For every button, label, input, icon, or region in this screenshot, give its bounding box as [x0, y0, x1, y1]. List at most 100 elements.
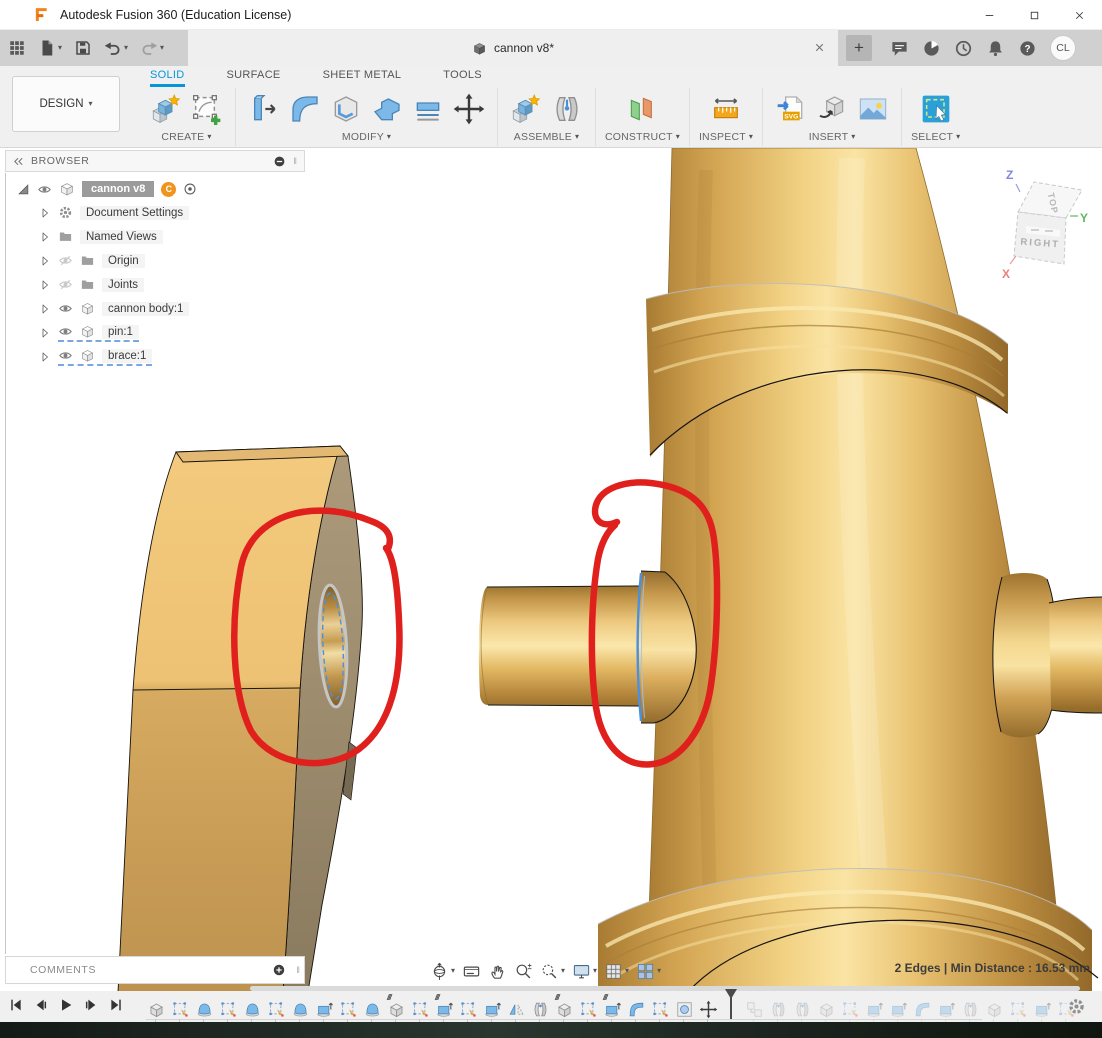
- shell-icon[interactable]: [327, 89, 365, 129]
- timeline-sketch-feature[interactable]: [1008, 997, 1028, 1019]
- document-tab[interactable]: cannon v8*: [188, 30, 838, 66]
- insert-mesh-icon[interactable]: [813, 89, 851, 129]
- viewcube[interactable]: TOP RIGHT Z Y X: [996, 166, 1088, 282]
- tab-surface[interactable]: SURFACE: [227, 69, 281, 87]
- skip-end-icon[interactable]: [108, 997, 124, 1013]
- group-label-modify[interactable]: MODIFY▾: [342, 131, 391, 143]
- combine-icon[interactable]: [368, 89, 406, 129]
- create-sketch-icon[interactable]: [188, 89, 226, 129]
- visibility-eye-icon[interactable]: [58, 324, 73, 339]
- timeline-extrude-feature[interactable]: [936, 997, 956, 1019]
- activate-radio-icon[interactable]: [183, 182, 197, 196]
- timeline-revolve-feature[interactable]: [194, 997, 214, 1019]
- browser-root-component[interactable]: cannon v8 C: [5, 177, 305, 201]
- timeline-joint-feature[interactable]: [960, 997, 980, 1019]
- timeline-component-feature[interactable]: [816, 997, 836, 1019]
- group-label-assemble[interactable]: ASSEMBLE▾: [514, 131, 579, 143]
- new-tab-button[interactable]: +: [846, 35, 872, 61]
- timeline-revolve-feature[interactable]: [290, 997, 310, 1019]
- orbit-icon[interactable]: ▾: [430, 962, 455, 981]
- job-status-icon[interactable]: [954, 39, 973, 58]
- timeline-sketch-feature[interactable]: [410, 997, 430, 1019]
- visibility-eye-icon[interactable]: [58, 253, 73, 268]
- expand-arrow-icon[interactable]: [39, 231, 51, 243]
- collapse-panel-icon[interactable]: [13, 156, 24, 167]
- play-icon[interactable]: [58, 997, 74, 1013]
- fit-icon[interactable]: ▾: [540, 962, 565, 981]
- browser-item-joints[interactable]: Joints: [5, 273, 305, 297]
- timeline-component-feature[interactable]: [146, 997, 166, 1019]
- group-label-inspect[interactable]: INSPECT▾: [699, 131, 753, 143]
- timeline-sketch-feature[interactable]: [458, 997, 478, 1019]
- avatar[interactable]: CL: [1050, 35, 1076, 61]
- expand-arrow-icon[interactable]: [39, 351, 51, 363]
- timeline-sketch-feature[interactable]: [338, 997, 358, 1019]
- timeline-fillet-feature[interactable]: [912, 997, 932, 1019]
- timeline-component-feature[interactable]: [984, 997, 1004, 1019]
- timeline-sketch-feature[interactable]: [578, 997, 598, 1019]
- extensions-icon[interactable]: [922, 39, 941, 58]
- skip-start-icon[interactable]: [8, 997, 24, 1013]
- browser-item-cannon-body-1[interactable]: cannon body:1: [5, 297, 305, 321]
- move-copy-icon[interactable]: [450, 89, 488, 129]
- joint-tool-icon[interactable]: [548, 89, 586, 129]
- timeline-sketch-feature[interactable]: [840, 997, 860, 1019]
- close-button[interactable]: [1057, 0, 1102, 30]
- app-grid-icon[interactable]: [8, 39, 26, 57]
- group-label-insert[interactable]: INSERT▾: [809, 131, 856, 143]
- timeline-sketch-feature[interactable]: [170, 997, 190, 1019]
- zoom-icon[interactable]: [514, 962, 533, 981]
- browser-item-named-views[interactable]: Named Views: [5, 225, 305, 249]
- panel-resize-handle[interactable]: ‖: [293, 156, 297, 166]
- timeline-extrude-feature[interactable]: [314, 997, 334, 1019]
- timeline-playhead[interactable]: [724, 988, 738, 1019]
- expand-arrow-icon[interactable]: [39, 279, 51, 291]
- workspace-selector[interactable]: DESIGN▾: [12, 76, 120, 132]
- group-label-create[interactable]: CREATE▾: [161, 131, 211, 143]
- timeline-sketch-feature[interactable]: [218, 997, 238, 1019]
- measure-icon[interactable]: [707, 89, 745, 129]
- look-at-icon[interactable]: [462, 962, 481, 981]
- browser-item-pin-1[interactable]: pin:1: [5, 321, 305, 345]
- visibility-eye-icon[interactable]: [37, 182, 52, 197]
- right-trunnion[interactable]: [993, 573, 1102, 737]
- timeline-extrude-feature[interactable]: ///: [602, 997, 622, 1019]
- select-icon[interactable]: [917, 89, 955, 129]
- tab-close-icon[interactable]: [813, 41, 826, 54]
- canvas-icon[interactable]: [854, 89, 892, 129]
- viewports-icon[interactable]: ▾: [636, 962, 661, 981]
- group-label-select[interactable]: SELECT▾: [911, 131, 960, 143]
- timeline-revolve-feature[interactable]: [242, 997, 262, 1019]
- help-icon[interactable]: ?: [1018, 39, 1037, 58]
- timeline-extrude-feature[interactable]: [888, 997, 908, 1019]
- hide-all-icon[interactable]: [273, 155, 286, 168]
- timeline-hole-feature[interactable]: [674, 997, 694, 1019]
- comments-icon[interactable]: [890, 39, 909, 58]
- root-component-name[interactable]: cannon v8: [82, 181, 154, 197]
- step-back-icon[interactable]: [33, 997, 49, 1013]
- file-icon[interactable]: ▾: [38, 39, 62, 57]
- pan-icon[interactable]: [488, 962, 507, 981]
- browser-item-brace-1[interactable]: brace:1: [5, 345, 305, 369]
- group-label-construct[interactable]: CONSTRUCT▾: [605, 131, 680, 143]
- press-pull-icon[interactable]: [245, 89, 283, 129]
- timeline-mirror-feature[interactable]: [506, 997, 526, 1019]
- display-settings-icon[interactable]: ▾: [572, 962, 597, 981]
- visibility-eye-icon[interactable]: [58, 301, 73, 316]
- insert-svg-icon[interactable]: SVG: [772, 89, 810, 129]
- timeline-extrude-feature[interactable]: ///: [434, 997, 454, 1019]
- step-forward-icon[interactable]: [83, 997, 99, 1013]
- timeline-ground-feature[interactable]: [744, 997, 764, 1019]
- visibility-eye-icon[interactable]: [58, 348, 73, 363]
- expand-arrow-icon[interactable]: [39, 327, 51, 339]
- construction-plane-icon[interactable]: [623, 89, 661, 129]
- timeline-joint-feature[interactable]: [768, 997, 788, 1019]
- timeline-revolve-feature[interactable]: [362, 997, 382, 1019]
- timeline-extrude-feature[interactable]: [482, 997, 502, 1019]
- timeline-extrude-feature[interactable]: [1032, 997, 1052, 1019]
- notifications-icon[interactable]: [986, 39, 1005, 58]
- timeline-component-feature[interactable]: ///: [386, 997, 406, 1019]
- pin-body[interactable]: [479, 571, 696, 723]
- maximize-button[interactable]: [1012, 0, 1057, 30]
- expand-arrow-icon[interactable]: [39, 207, 51, 219]
